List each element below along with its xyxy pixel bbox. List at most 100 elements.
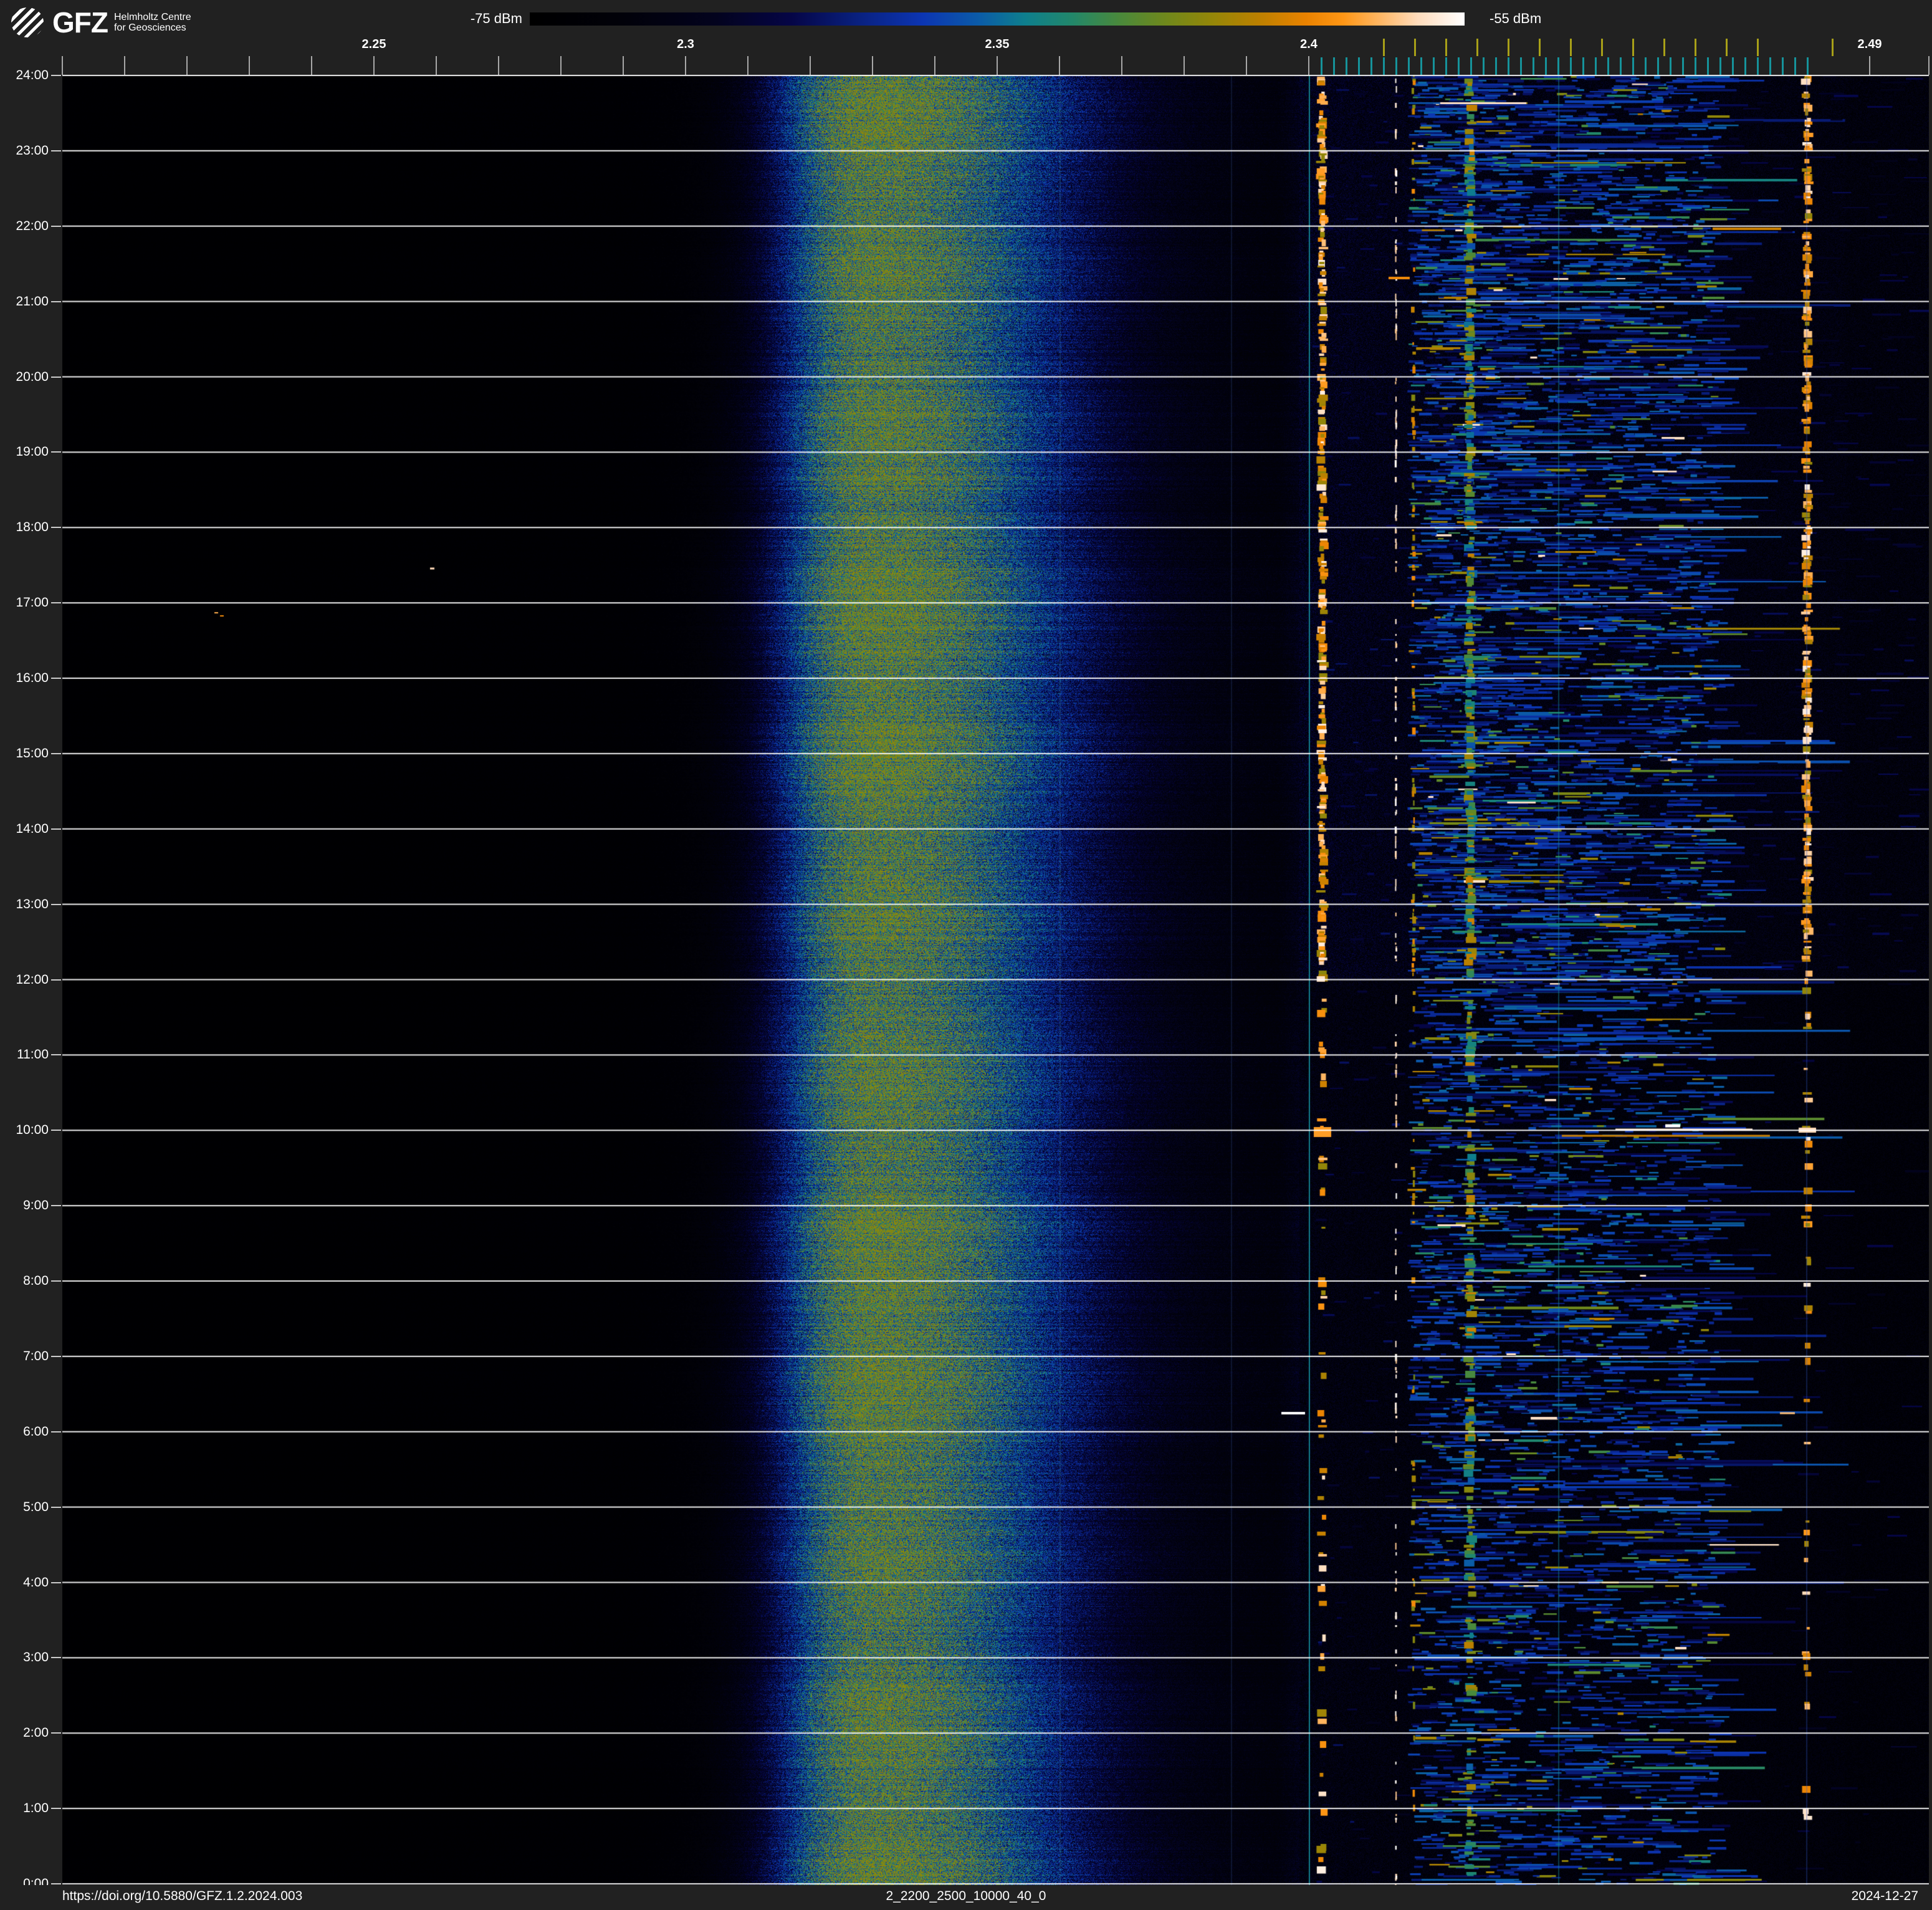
ble-channel-tick	[1607, 57, 1609, 75]
x-minor-tick	[311, 56, 312, 75]
y-axis-tick	[51, 1657, 61, 1659]
y-axis-tick	[51, 376, 61, 378]
wifi-channel-tick	[1632, 39, 1634, 56]
spectrogram-page: GFZ Helmholtz Centre for Geosciences -75…	[0, 0, 1932, 1910]
y-axis-tick	[51, 75, 61, 76]
ble-channel-tick	[1445, 57, 1447, 75]
wifi-channel-tick	[1726, 39, 1728, 56]
y-axis-label: 24:00	[16, 68, 49, 82]
x-minor-tick	[1059, 56, 1060, 75]
x-minor-tick	[810, 56, 811, 75]
ble-channel-tick	[1682, 57, 1684, 75]
footer-date: 2024-12-27	[1851, 1889, 1918, 1903]
y-axis-label: 8:00	[23, 1274, 49, 1288]
y-axis-label: 1:00	[23, 1801, 49, 1816]
ble-channel-tick	[1346, 57, 1347, 75]
y-axis-tick	[51, 1732, 61, 1734]
y-axis-label: 7:00	[23, 1348, 49, 1363]
ble-channel-tick	[1483, 57, 1485, 75]
ble-channel-tick	[1370, 57, 1372, 75]
y-axis-label: 23:00	[16, 143, 49, 158]
logo-subtitle-line2: for Geosciences	[113, 22, 186, 33]
ble-channel-tick	[1508, 57, 1509, 75]
ble-channel-tick	[1383, 57, 1385, 75]
x-minor-tick	[685, 56, 686, 75]
y-axis-tick	[51, 1431, 61, 1432]
wifi-channel-tick	[1757, 39, 1759, 56]
x-axis-label: 2.25	[361, 37, 386, 51]
ble-channel-tick	[1645, 57, 1647, 75]
spectrogram-canvas	[62, 75, 1929, 1885]
y-axis-label: 10:00	[16, 1123, 49, 1138]
x-minor-tick	[1308, 56, 1309, 75]
ble-channel-tick	[1794, 57, 1796, 75]
x-minor-tick	[249, 56, 250, 75]
wifi-channel-tick	[1508, 39, 1509, 56]
wifi-channel-tick	[1476, 39, 1478, 56]
y-axis-label: 19:00	[16, 444, 49, 459]
x-axis-label: 2.4	[1300, 37, 1317, 51]
wifi-channel-tick	[1383, 39, 1385, 56]
footer-doi-link[interactable]: https://doi.org/10.5880/GFZ.1.2.2024.003	[62, 1889, 302, 1904]
y-axis-tick	[51, 1054, 61, 1056]
y-axis-tick	[51, 300, 61, 302]
ble-channel-tick	[1719, 57, 1721, 75]
x-minor-tick	[124, 56, 125, 75]
ble-channel-tick	[1620, 57, 1622, 75]
ble-channel-tick	[1582, 57, 1584, 75]
ble-channel-tick	[1707, 57, 1709, 75]
y-axis-tick	[51, 451, 61, 453]
x-minor-tick	[997, 56, 998, 75]
y-axis-tick	[51, 1883, 61, 1884]
y-axis-tick	[51, 150, 61, 151]
ble-channel-tick	[1395, 57, 1397, 75]
y-axis-label: 2:00	[23, 1725, 49, 1740]
ble-channel-tick	[1433, 57, 1435, 75]
x-minor-tick	[62, 56, 63, 75]
logo-subtitle-line1: Helmholtz Centre	[113, 12, 191, 22]
ble-channel-tick	[1408, 57, 1410, 75]
y-axis-tick	[51, 903, 61, 905]
x-minor-tick	[186, 56, 188, 75]
ble-channel-tick	[1358, 57, 1360, 75]
ble-channel-tick	[1545, 57, 1547, 75]
y-axis-tick	[51, 527, 61, 529]
ble-channel-tick	[1557, 57, 1559, 75]
x-minor-tick	[1928, 56, 1930, 75]
gfz-logo-icon	[11, 7, 44, 37]
y-axis-tick	[51, 1130, 61, 1131]
x-minor-tick	[872, 56, 873, 75]
ble-channel-tick	[1570, 57, 1572, 75]
x-axis-label: 2.49	[1857, 37, 1882, 51]
y-axis-label: 18:00	[16, 520, 49, 535]
y-axis-label: 13:00	[16, 896, 49, 911]
y-axis-tick	[51, 1280, 61, 1282]
x-minor-tick	[436, 56, 437, 75]
ble-channel-tick	[1520, 57, 1522, 75]
wifi-channel-tick	[1414, 39, 1416, 56]
ble-channel-tick	[1782, 57, 1784, 75]
wifi-channel-tick	[1695, 39, 1696, 56]
y-axis-label: 16:00	[16, 671, 49, 685]
ble-channel-tick	[1495, 57, 1497, 75]
y-axis-tick	[51, 678, 61, 679]
wifi-channel-tick	[1445, 39, 1447, 56]
y-axis-label: 3:00	[23, 1650, 49, 1665]
y-axis-label: 12:00	[16, 972, 49, 987]
logo-subtitle: Helmholtz Centre for Geosciences	[114, 12, 191, 33]
y-axis-tick	[51, 1355, 61, 1357]
x-axis-label: 2.3	[677, 37, 694, 51]
y-axis-tick	[51, 1581, 61, 1583]
ble-channel-tick	[1595, 57, 1597, 75]
x-minor-tick	[1121, 56, 1122, 75]
logo-org-text: GFZ	[52, 6, 108, 39]
gfz-logo: GFZ Helmholtz Centre for Geosciences	[11, 7, 191, 37]
x-minor-tick	[623, 56, 624, 75]
y-axis-label: 5:00	[23, 1499, 49, 1514]
y-axis-tick	[51, 1808, 61, 1810]
y-axis-label: 21:00	[16, 294, 49, 309]
y-axis-label: 15:00	[16, 746, 49, 761]
x-axis-label: 2.35	[985, 37, 1010, 51]
x-minor-tick	[498, 56, 499, 75]
ble-channel-tick	[1744, 57, 1746, 75]
